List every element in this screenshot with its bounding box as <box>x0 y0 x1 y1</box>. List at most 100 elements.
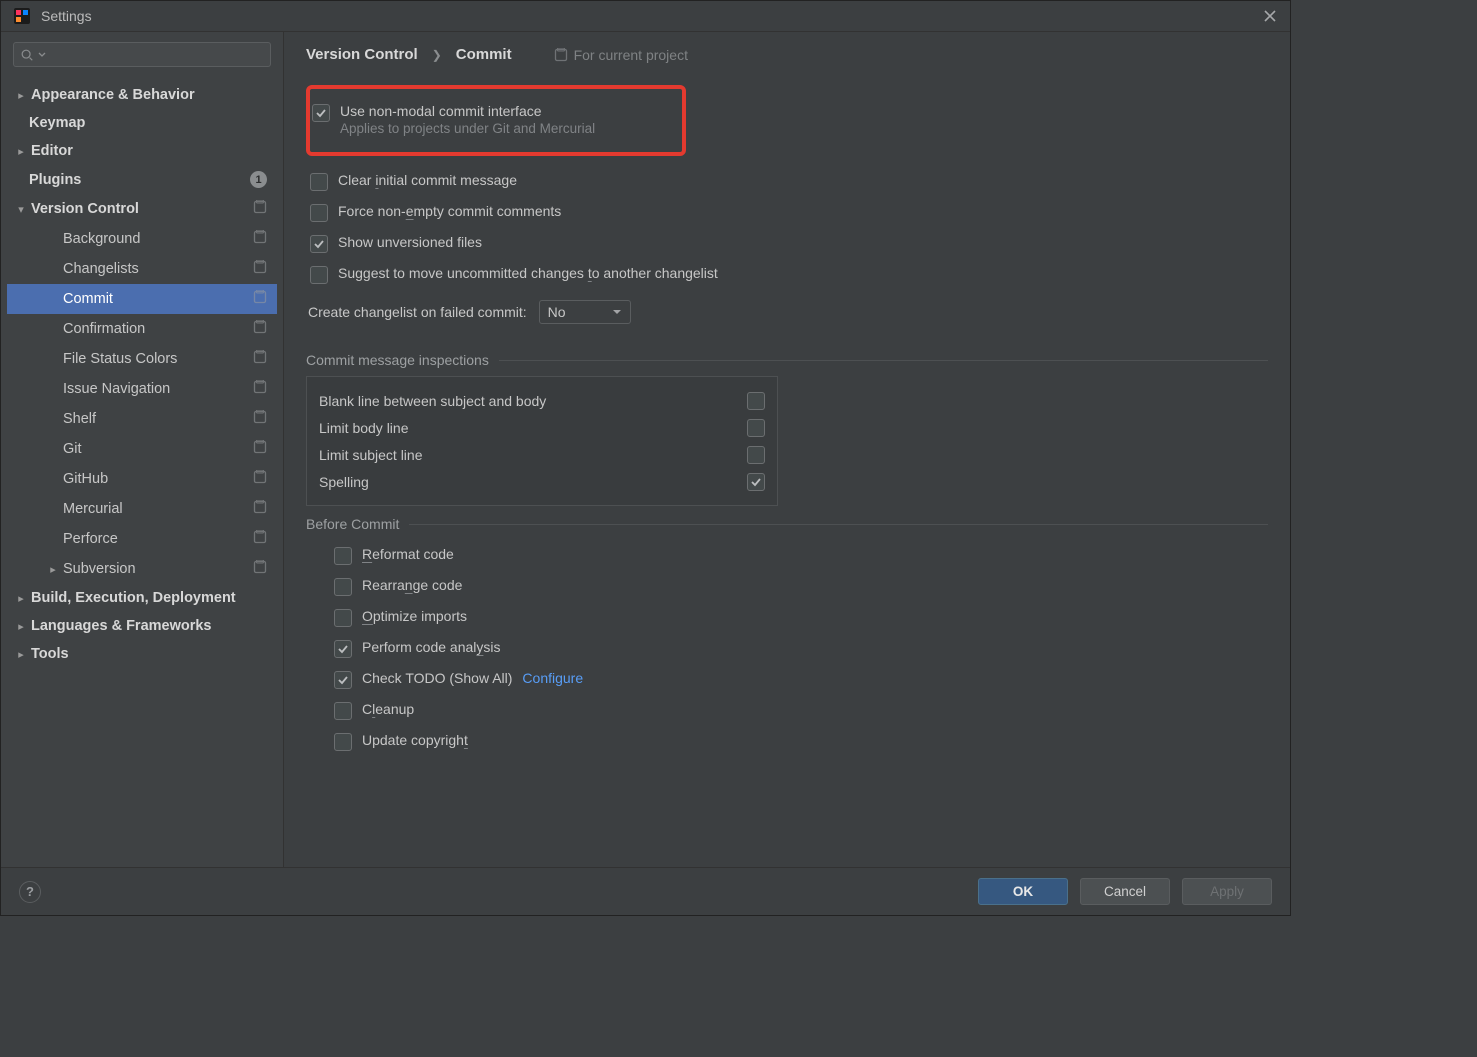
chevron-right-icon: ▸ <box>47 563 59 576</box>
sidebar-item-confirmation[interactable]: Confirmation <box>7 314 277 344</box>
cancel-button[interactable]: Cancel <box>1080 878 1170 905</box>
checkbox-icon[interactable] <box>334 702 352 720</box>
chevron-right-icon: ▸ <box>15 592 27 605</box>
sidebar-item-changelists[interactable]: Changelists <box>7 254 277 284</box>
checkbox-icon[interactable] <box>334 547 352 565</box>
sidebar-item-subversion[interactable]: ▸Subversion <box>7 554 277 584</box>
configure-link[interactable]: Configure <box>522 670 583 686</box>
chevron-right-icon: ▸ <box>15 620 27 633</box>
checkbox-icon[interactable] <box>310 266 328 284</box>
inspection-row[interactable]: Limit subject line <box>319 441 765 468</box>
sidebar-item-appearance-behavior[interactable]: ▸Appearance & Behavior <box>7 81 277 109</box>
checkbox-icon[interactable] <box>334 640 352 658</box>
before-commit-option[interactable]: Optimize imports <box>334 602 1268 633</box>
sidebar-item-file-status-colors[interactable]: File Status Colors <box>7 344 277 374</box>
sidebar-item-version-control[interactable]: ▾Version Control <box>7 194 277 224</box>
sidebar-item-build-execution-deployment[interactable]: ▸ Build, Execution, Deployment <box>7 584 277 612</box>
project-scope-icon <box>253 290 267 308</box>
sidebar-item-label: Background <box>63 231 140 247</box>
section-inspections-title: Commit message inspections <box>306 352 1268 368</box>
sidebar-item-label: Issue Navigation <box>63 381 170 397</box>
project-scope-icon <box>253 260 267 278</box>
sidebar-item-commit[interactable]: Commit <box>7 284 277 314</box>
highlighted-option: Use non-modal commit interface Applies t… <box>306 85 686 156</box>
footer: ? OK Cancel Apply <box>1 867 1290 915</box>
sidebar-item-tools[interactable]: ▸ Tools <box>7 640 277 668</box>
checkbox-icon[interactable] <box>334 609 352 627</box>
before-commit-option[interactable]: Cleanup <box>334 695 1268 726</box>
project-scope-icon <box>253 410 267 428</box>
chevron-right-icon: ❯ <box>432 48 442 62</box>
project-scope-icon <box>253 200 267 218</box>
checkbox-icon[interactable] <box>310 204 328 222</box>
window-title: Settings <box>41 8 92 24</box>
sidebar-item-label: Confirmation <box>63 321 145 337</box>
inspections-panel: Blank line between subject and body Limit… <box>306 376 778 506</box>
project-scope-icon <box>253 530 267 548</box>
sidebar-item-shelf[interactable]: Shelf <box>7 404 277 434</box>
sidebar-item-label: Keymap <box>29 115 85 131</box>
checkbox-icon[interactable] <box>334 733 352 751</box>
sidebar-item-languages-frameworks[interactable]: ▸ Languages & Frameworks <box>7 612 277 640</box>
create-changelist-dropdown[interactable]: No <box>539 300 631 324</box>
checkbox-icon[interactable] <box>747 446 765 464</box>
sidebar-item-label: Version Control <box>31 201 139 217</box>
before-commit-option[interactable]: Check TODO (Show All) Configure <box>334 664 1268 695</box>
inspection-row[interactable]: Limit body line <box>319 414 765 441</box>
help-icon[interactable]: ? <box>19 881 41 903</box>
sidebar-item-keymap[interactable]: Keymap <box>7 109 277 137</box>
project-scope-icon <box>554 48 568 62</box>
checkbox-icon[interactable] <box>334 578 352 596</box>
sidebar-item-git[interactable]: Git <box>7 434 277 464</box>
sidebar-item-label: Commit <box>63 291 113 307</box>
sidebar-item-mercurial[interactable]: Mercurial <box>7 494 277 524</box>
sidebar-item-label: Shelf <box>63 411 96 427</box>
sidebar-item-background[interactable]: Background <box>7 224 277 254</box>
sidebar-item-editor[interactable]: ▸Editor <box>7 137 277 165</box>
before-commit-option[interactable]: Update copyright <box>334 726 1268 757</box>
before-commit-option[interactable]: Rearrange code <box>334 571 1268 602</box>
sidebar-item-label: Languages & Frameworks <box>31 618 212 634</box>
section-before-title: Before Commit <box>306 516 1268 532</box>
checkbox-icon[interactable] <box>334 671 352 689</box>
checkbox-icon[interactable] <box>747 473 765 491</box>
sidebar-item-label: File Status Colors <box>63 351 177 367</box>
checkbox-icon[interactable] <box>747 392 765 410</box>
checkbox-icon[interactable] <box>310 235 328 253</box>
option-force-nonempty[interactable]: Force non-empty commit comments <box>308 197 1268 228</box>
breadcrumb-root[interactable]: Version Control <box>306 46 418 63</box>
checkbox-icon[interactable] <box>310 173 328 191</box>
option-show-unversioned[interactable]: Show unversioned files <box>308 228 1268 259</box>
chevron-down-icon <box>612 307 622 317</box>
badge: 1 <box>250 171 267 188</box>
option-suggest-move[interactable]: Suggest to move uncommitted changes to a… <box>308 259 1268 290</box>
before-commit-option[interactable]: Reformat code <box>334 540 1268 571</box>
checkbox-icon[interactable] <box>312 104 330 122</box>
checkbox-icon[interactable] <box>747 419 765 437</box>
before-commit-option[interactable]: Perform code analysis <box>334 633 1268 664</box>
sidebar-item-plugins[interactable]: Plugins1 <box>7 165 277 194</box>
search-input[interactable] <box>13 42 271 67</box>
inspection-label: Blank line between subject and body <box>319 393 546 409</box>
sidebar-item-perforce[interactable]: Perforce <box>7 524 277 554</box>
inspection-row[interactable]: Blank line between subject and body <box>319 387 765 414</box>
sidebar-item-issue-navigation[interactable]: Issue Navigation <box>7 374 277 404</box>
project-scope-icon <box>253 230 267 248</box>
app-icon <box>13 7 31 25</box>
chevron-right-icon: ▸ <box>15 648 27 661</box>
inspection-row[interactable]: Spelling <box>319 468 765 495</box>
sidebar-item-github[interactable]: GitHub <box>7 464 277 494</box>
search-field[interactable] <box>50 47 264 62</box>
scope-label: For current project <box>554 47 688 63</box>
sidebar-item-label: Editor <box>31 143 73 159</box>
breadcrumb: Version Control ❯ Commit For current pro… <box>306 46 1268 63</box>
sidebar-item-label: Build, Execution, Deployment <box>31 590 236 606</box>
chevron-down-icon <box>38 51 46 59</box>
project-scope-icon <box>253 320 267 338</box>
option-nonmodal[interactable]: Use non-modal commit interface Applies t… <box>312 97 668 142</box>
sidebar-item-label: Tools <box>31 646 69 662</box>
option-clear-initial[interactable]: Clear initial commit message <box>308 166 1268 197</box>
ok-button[interactable]: OK <box>978 878 1068 905</box>
close-icon[interactable] <box>1262 8 1278 24</box>
apply-button[interactable]: Apply <box>1182 878 1272 905</box>
